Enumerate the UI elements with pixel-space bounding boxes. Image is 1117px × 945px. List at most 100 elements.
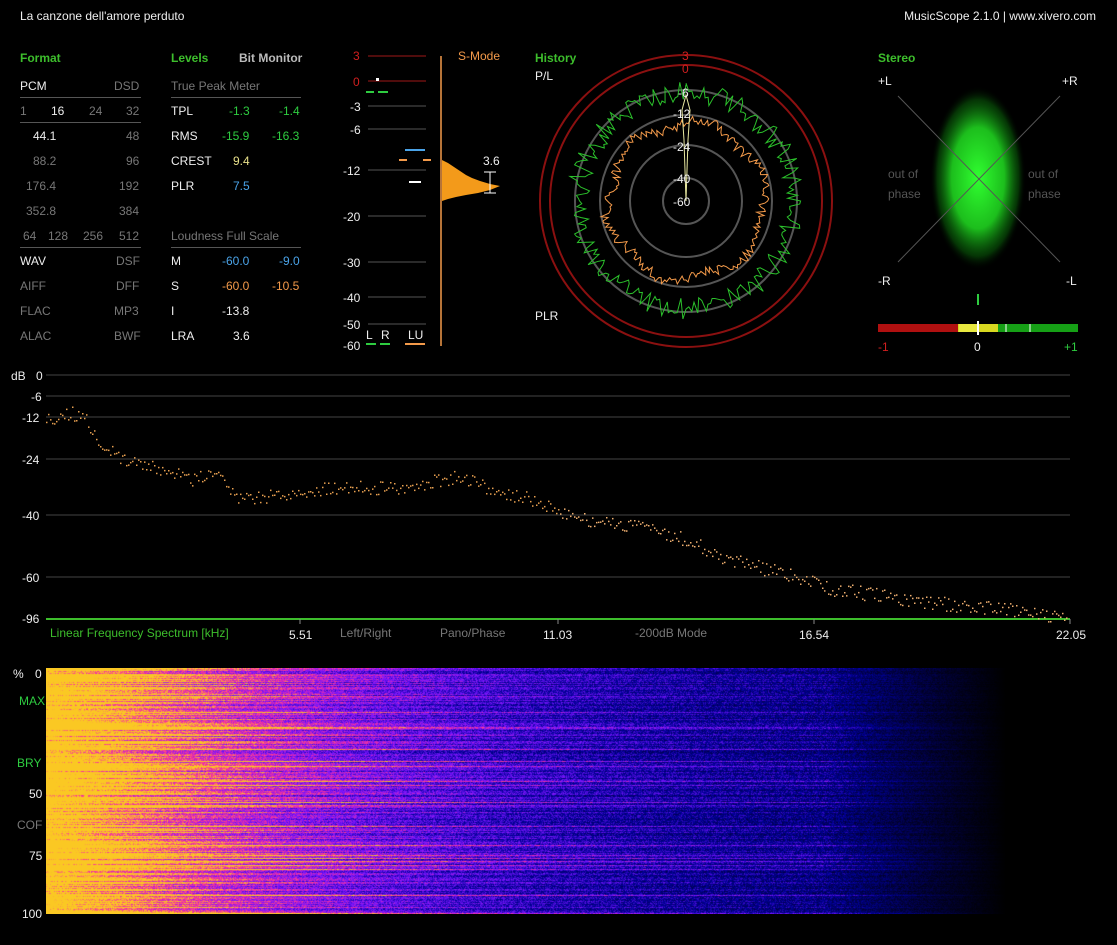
spectrum-dot bbox=[694, 546, 696, 548]
spectrum-dot bbox=[748, 564, 750, 566]
spectrum-dot bbox=[562, 517, 564, 519]
spectrum-dot bbox=[544, 505, 546, 508]
spectrum-dot bbox=[740, 555, 742, 557]
spectrum-dot bbox=[500, 494, 502, 496]
spectrum-title[interactable]: Linear Frequency Spectrum [kHz] bbox=[50, 626, 229, 640]
spectrum-dot bbox=[530, 500, 532, 503]
spectrum-dot bbox=[684, 540, 686, 543]
spectrogram-max[interactable]: MAX bbox=[19, 694, 45, 708]
spectrum-dot bbox=[144, 461, 146, 463]
spectrum-dot bbox=[268, 496, 270, 498]
spectrum-dot bbox=[996, 612, 998, 614]
spectrum-dot bbox=[108, 449, 110, 452]
pano-phase-button[interactable]: Pano/Phase bbox=[440, 626, 505, 640]
spectrum-dot bbox=[520, 497, 522, 499]
spectrum-dot bbox=[214, 473, 216, 475]
spectrum-dot bbox=[534, 496, 536, 498]
spectrum-dot bbox=[876, 587, 878, 590]
spectrum-dot bbox=[450, 474, 452, 476]
spectrum-x-11-03: 11.03 bbox=[543, 628, 573, 642]
spectrum-dot bbox=[1048, 621, 1050, 623]
spectrum-dot bbox=[354, 490, 356, 493]
spectrum-dot bbox=[86, 414, 88, 416]
spectrum-dot bbox=[54, 423, 56, 425]
spectrum-dot bbox=[386, 489, 388, 491]
spectrum-dot bbox=[726, 555, 728, 557]
spectrum-dot bbox=[824, 590, 826, 592]
spectrum-dot bbox=[598, 521, 600, 524]
spectrum-dot bbox=[398, 493, 400, 495]
spectrum-dot bbox=[1034, 607, 1036, 610]
spectrum-dot bbox=[286, 499, 288, 501]
spectrum-dot bbox=[612, 517, 614, 520]
spectrum-dot bbox=[266, 502, 268, 504]
spectrum-dot bbox=[888, 596, 890, 599]
spectrum-dot bbox=[470, 484, 472, 486]
spectrum-dot bbox=[952, 608, 954, 611]
spectrum-dot bbox=[998, 602, 1000, 605]
spectrum-dot bbox=[296, 494, 298, 497]
spectrum-dot bbox=[1064, 619, 1066, 621]
spectrum-dot bbox=[820, 582, 822, 585]
spectrum-dot bbox=[1038, 618, 1040, 620]
spectrum-dot bbox=[362, 491, 364, 493]
spectrum-dot bbox=[842, 595, 844, 597]
spectrum-dot bbox=[1020, 611, 1022, 613]
spectrum-dot bbox=[116, 452, 118, 455]
spectrum-dot bbox=[752, 562, 754, 564]
mode-button[interactable]: -200dB Mode bbox=[635, 626, 707, 640]
spectrum-dot bbox=[874, 597, 876, 600]
spectrum-dot bbox=[572, 512, 574, 515]
spectrum-dot bbox=[526, 491, 528, 493]
spectrum-dot bbox=[790, 568, 792, 570]
spectrum-dot bbox=[80, 417, 82, 419]
spectrum-dot bbox=[688, 544, 690, 547]
spectrum-dot bbox=[218, 471, 220, 474]
spectrum-dot bbox=[58, 418, 60, 421]
spectrum-dot bbox=[306, 496, 308, 498]
spectrum-dot bbox=[252, 498, 254, 500]
spectrum-dot bbox=[536, 504, 538, 506]
spectrum-dot bbox=[288, 493, 290, 496]
spectrum-dot bbox=[438, 474, 440, 476]
spectrum-dot bbox=[916, 597, 918, 599]
spectrum-dot bbox=[704, 548, 706, 551]
spectrum-dot bbox=[1004, 603, 1006, 605]
spectrum-dot bbox=[174, 477, 176, 479]
spectrum-dot bbox=[848, 585, 850, 588]
spectrum-dot bbox=[948, 598, 950, 600]
spectrum-dot bbox=[982, 605, 984, 608]
spectrum-dot bbox=[400, 487, 402, 490]
spectrum-dot bbox=[496, 491, 498, 493]
spectrum-dot bbox=[648, 525, 650, 527]
spectrum-dot bbox=[212, 475, 214, 478]
spectrum-dot bbox=[710, 551, 712, 554]
spectrum-dot bbox=[754, 566, 756, 568]
spectrum-dot bbox=[628, 520, 630, 523]
spectrum-dot bbox=[94, 430, 96, 432]
spectrum-dot bbox=[322, 486, 324, 489]
spectrum-dot bbox=[568, 509, 570, 512]
spectrum-dot bbox=[1008, 606, 1010, 609]
spectrum-dot bbox=[732, 558, 734, 560]
spectrum-dot bbox=[794, 574, 796, 576]
spectrum-dot bbox=[566, 518, 568, 520]
spectrum-dot bbox=[452, 483, 454, 485]
spectrum-dot bbox=[394, 483, 396, 485]
spectrum-dot bbox=[418, 487, 420, 490]
spectrum-dot bbox=[554, 507, 556, 509]
left-right-button[interactable]: Left/Right bbox=[340, 626, 391, 640]
spectrum-dot bbox=[118, 451, 120, 454]
spectrum-dot bbox=[680, 531, 682, 533]
spectrogram-cof[interactable]: COF bbox=[17, 818, 42, 832]
spectrum-dot bbox=[458, 476, 460, 478]
spectrum-dot bbox=[774, 564, 776, 566]
spectrum-dot bbox=[810, 585, 812, 587]
spectrum-dot bbox=[934, 602, 936, 604]
spectrum-dot bbox=[756, 565, 758, 568]
spectrum-dot bbox=[886, 597, 888, 599]
spectrum-dot bbox=[646, 524, 648, 526]
spectrum-dot bbox=[488, 487, 490, 490]
spectrogram-bry[interactable]: BRY bbox=[17, 756, 41, 770]
spectrum-dot bbox=[734, 566, 736, 568]
